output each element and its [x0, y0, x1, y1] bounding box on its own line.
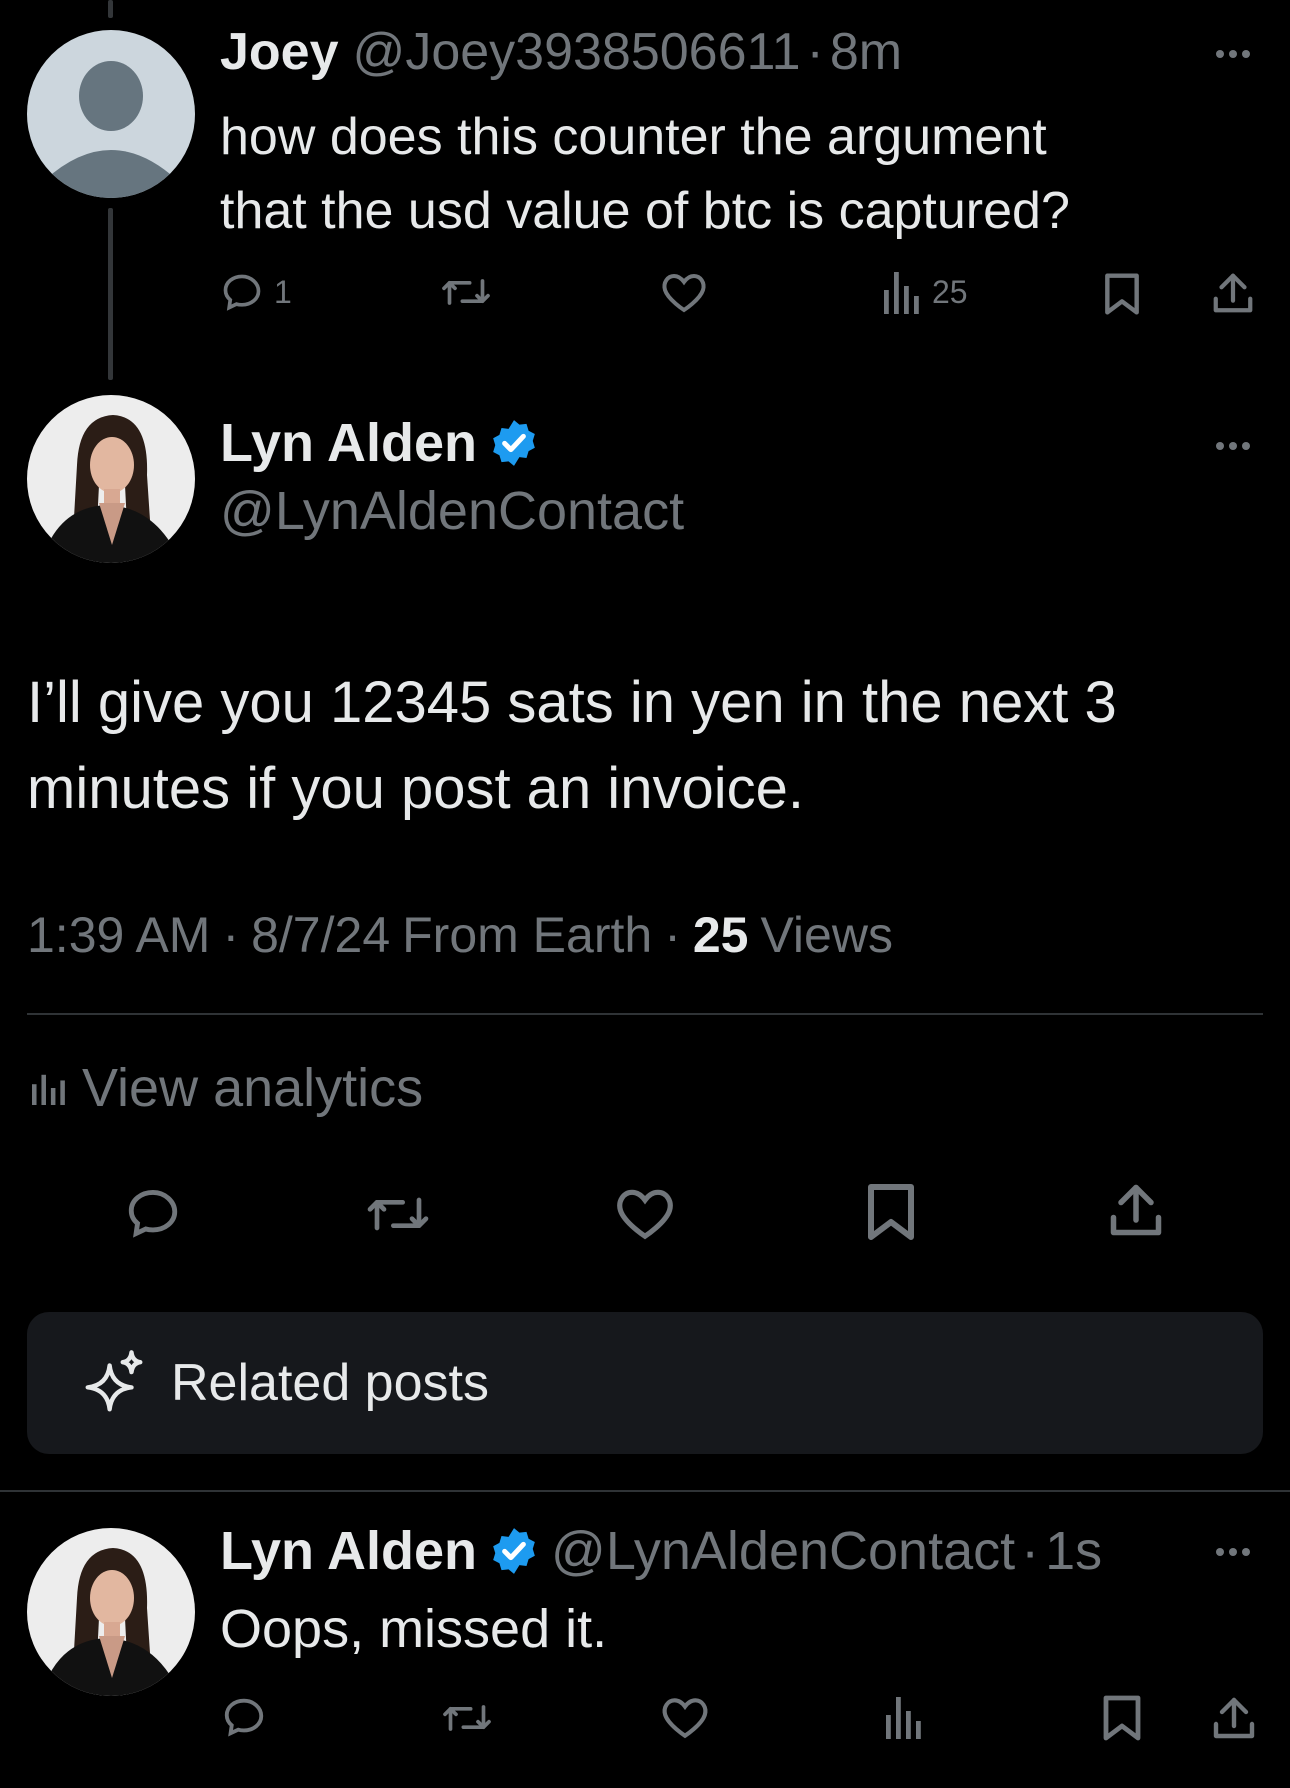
repost-icon — [367, 1197, 429, 1231]
separator: · — [664, 907, 681, 963]
bookmark-button[interactable] — [1102, 272, 1142, 316]
heart-icon — [662, 273, 706, 313]
author-name[interactable]: Lyn Alden — [220, 1520, 477, 1582]
share-button[interactable] — [1210, 1694, 1258, 1742]
avatar-lyn-alden[interactable] — [27, 1528, 195, 1696]
tweet-text: Oops, missed it. — [220, 1594, 607, 1664]
share-icon — [1213, 273, 1253, 313]
tweet-text: how does this counter the argument that … — [220, 100, 1070, 248]
view-analytics-label[interactable]: View analytics — [82, 1057, 423, 1119]
tweet-source: From Earth — [402, 907, 653, 963]
tweet-meta: 1:39 AM · 8/7/24 From Earth · 25 Views — [27, 906, 893, 964]
views-button[interactable] — [884, 1694, 924, 1740]
tweet-text: I’ll give you 12345 sats in yen in the n… — [27, 660, 1117, 832]
tweet-text-line: I’ll give you 12345 sats in yen in the n… — [27, 670, 1117, 735]
bookmark-icon — [1103, 1695, 1141, 1741]
avatar-joey[interactable] — [27, 30, 195, 198]
verified-badge-icon — [493, 420, 535, 466]
thread-line-top — [108, 0, 113, 18]
thread-line — [108, 208, 113, 380]
more-options-icon[interactable] — [1216, 1548, 1250, 1556]
author-handle-row: @LynAldenContact — [220, 480, 684, 542]
related-posts-label: Related posts — [171, 1354, 489, 1412]
heart-icon — [617, 1189, 673, 1240]
like-button[interactable] — [660, 1694, 710, 1740]
views-label: Views — [760, 907, 893, 963]
repost-icon — [443, 1705, 491, 1731]
author-name[interactable]: Lyn Alden — [220, 412, 477, 474]
views-button[interactable]: 25 — [882, 270, 968, 314]
analytics-icon — [884, 272, 919, 314]
author-handle[interactable]: @LynAldenContact — [220, 480, 684, 542]
verified-badge-icon — [493, 1528, 535, 1574]
divider — [0, 1490, 1290, 1492]
reply-count: 1 — [274, 273, 292, 310]
reply-icon — [223, 274, 261, 311]
tweet-header-lyn: Lyn Alden — [220, 412, 539, 474]
author-handle[interactable]: @Joey3938506611 — [353, 22, 801, 82]
tweet-text-line: how does this counter the argument — [220, 108, 1047, 166]
like-button[interactable] — [660, 270, 708, 314]
timestamp[interactable]: 1s — [1045, 1520, 1102, 1582]
repost-button[interactable] — [440, 270, 492, 314]
views-count: 25 — [692, 907, 749, 963]
repost-icon — [442, 279, 490, 305]
related-posts-button[interactable]: Related posts — [27, 1312, 1263, 1454]
tweet-date[interactable]: 8/7/24 — [251, 906, 390, 964]
tweet-header-joey: Joey @Joey3938506611 · 8m — [220, 22, 902, 82]
like-button[interactable] — [614, 1184, 676, 1242]
avatar-lyn-alden[interactable] — [27, 395, 195, 563]
more-options-icon[interactable] — [1216, 442, 1250, 450]
view-count: 25 — [932, 273, 968, 310]
bookmark-button[interactable] — [866, 1182, 916, 1242]
separator: · — [1021, 1521, 1040, 1581]
reply-icon — [224, 1698, 264, 1737]
bookmark-button[interactable] — [1102, 1694, 1142, 1742]
author-handle[interactable]: @LynAldenContact — [551, 1520, 1015, 1582]
bookmark-icon — [1105, 273, 1139, 315]
separator: · — [806, 23, 824, 81]
tweet-text-line: that the usd value of btc is captured? — [220, 182, 1070, 240]
view-analytics-link[interactable]: View analytics — [30, 1057, 423, 1119]
tweet-text-line: minutes if you post an invoice. — [27, 756, 804, 821]
tweet-header-reply: Lyn Alden @LynAldenContact · 1s — [220, 1520, 1102, 1582]
repost-button[interactable] — [440, 1696, 494, 1740]
tweet-time[interactable]: 1:39 AM — [27, 906, 210, 964]
share-button[interactable] — [1106, 1180, 1166, 1240]
reply-button[interactable] — [220, 1694, 268, 1740]
share-button[interactable] — [1210, 270, 1256, 316]
analytics-icon — [886, 1697, 921, 1739]
tweet-text-line: Oops, missed it. — [220, 1599, 608, 1659]
heart-icon — [662, 1698, 708, 1739]
reply-button[interactable]: 1 — [220, 270, 292, 314]
author-name[interactable]: Joey — [220, 22, 339, 82]
share-icon — [1213, 1697, 1255, 1739]
analytics-icon — [32, 1074, 65, 1105]
sparkle-icon — [85, 1350, 143, 1412]
repost-button[interactable] — [364, 1186, 432, 1242]
bookmark-icon — [868, 1184, 914, 1240]
share-icon — [1110, 1184, 1162, 1236]
more-options-icon[interactable] — [1216, 50, 1250, 58]
separator: · — [222, 907, 240, 963]
reply-button[interactable] — [122, 1184, 184, 1242]
reply-icon — [128, 1190, 178, 1238]
timestamp[interactable]: 8m — [830, 22, 902, 82]
divider — [27, 1013, 1263, 1015]
